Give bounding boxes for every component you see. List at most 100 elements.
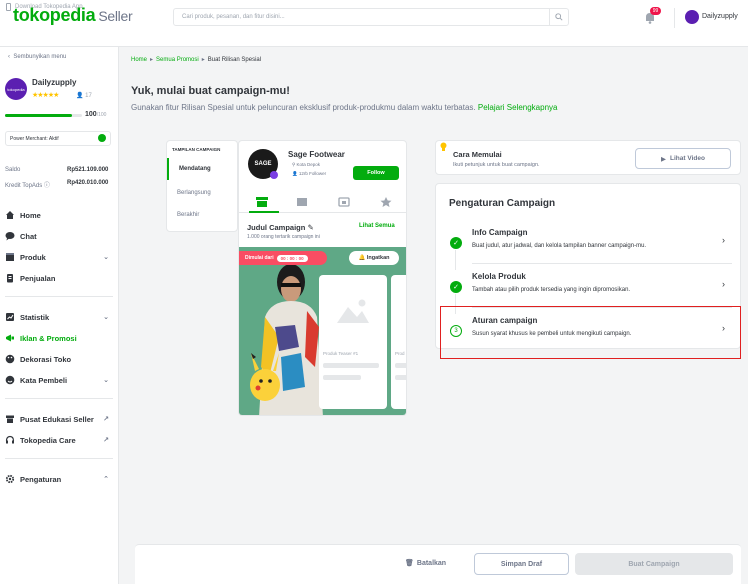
sidebar-item-label: Chat <box>20 231 37 241</box>
search-icon <box>555 13 563 21</box>
watch-video-label: Lihat Video <box>670 155 705 162</box>
sidebar-divider <box>5 398 113 399</box>
page-title: Yuk, mulai buat campaign-mu! <box>131 85 290 97</box>
sidebar-item-label: Penjualan <box>20 273 56 283</box>
avatar[interactable] <box>685 10 699 24</box>
chevron-down-icon: ⌄ <box>103 254 109 261</box>
highlight-box <box>440 306 741 359</box>
score-progress-fill <box>5 114 72 117</box>
sidebar-item-home[interactable]: Home <box>5 207 115 223</box>
sidebar-item-produk[interactable]: Produk ⌄ <box>5 249 115 265</box>
sidebar-item-label: Tokopedia Care <box>20 435 76 445</box>
preview-campaign-sub: 1.000 orang tertarik campaign ini <box>247 234 320 240</box>
skeleton-line <box>323 375 361 380</box>
breadcrumb-home[interactable]: Home <box>131 57 147 63</box>
box-icon <box>5 252 15 262</box>
shop-avatar[interactable]: tokopedia <box>5 78 27 100</box>
step-description: Tambah atau pilih produk tersedia yang i… <box>472 287 631 293</box>
sidebar-item-label: Statistik <box>20 312 50 322</box>
sidebar-item-pengaturan[interactable]: Pengaturan ⌃ <box>5 471 115 487</box>
preview-followers: 👤 12rb Follower <box>292 171 327 176</box>
power-merchant-badge-icon <box>98 134 106 142</box>
search-input[interactable]: Cari produk, pesanan, dan fitur disini..… <box>173 8 569 26</box>
sidebar-item-penjualan[interactable]: Penjualan <box>5 270 115 286</box>
starts-in-badge: Dimulai dari 00 : 00 : 00 <box>239 251 327 265</box>
sidebar-divider <box>5 296 113 297</box>
tabs-header: TAMPILAN CAMPAIGN <box>172 147 221 152</box>
skeleton-line <box>395 375 406 380</box>
tab-berlangsung[interactable]: Berlangsung <box>167 182 239 204</box>
preview-location: ⚲ Kota Depok <box>292 162 321 167</box>
tokopedia-seller-logo[interactable]: tokopedia Seller <box>13 5 133 26</box>
campaign-banner: Dimulai dari 00 : 00 : 00 🔔 Ingatkan Prod… <box>239 247 406 415</box>
see-all-link[interactable]: Lihat Semua <box>359 223 395 229</box>
sidebar-item-label: Iklan & Promosi <box>20 333 77 343</box>
follow-button[interactable]: Follow <box>353 166 399 180</box>
save-draft-button[interactable]: Simpan Draf <box>474 553 569 575</box>
sidebar-item-kata-pembeli[interactable]: Kata Pembeli ⌄ <box>5 372 115 388</box>
score-max: /100 <box>96 112 107 118</box>
kredit-topads-value[interactable]: Rp420.010.000 <box>67 180 108 186</box>
preview-shop-tabs <box>239 193 406 213</box>
sidebar-item-iklan-promosi[interactable]: Iklan & Promosi <box>5 330 115 346</box>
chevron-right-icon: › <box>722 279 725 289</box>
shop-score: 100/100 <box>85 111 106 118</box>
header-divider <box>674 8 675 28</box>
notification-badge: 99 <box>650 7 661 15</box>
kredit-topads-label: Kredit TopAds ⓘ <box>5 183 50 189</box>
chevron-down-icon: ⌄ <box>103 314 109 321</box>
verified-badge-icon <box>270 171 278 179</box>
learn-more-link[interactable]: Pelajari Selengkapnya <box>478 103 558 112</box>
tab-mendatang[interactable]: Mendatang <box>167 158 239 180</box>
step-info-campaign[interactable]: ✓ Info Campaign Buat judul, atur jadwal,… <box>443 220 735 264</box>
getting-started-subtitle: Ikuti petunjuk untuk buat campaign. <box>453 162 540 168</box>
kredit-label-text: Kredit TopAds <box>5 183 43 189</box>
countdown-timer: 00 : 00 : 00 <box>276 254 308 262</box>
sidebar-item-tokopedia-care[interactable]: Tokopedia Care ↗ <box>5 432 115 448</box>
skeleton-line <box>323 363 379 368</box>
external-link-icon: ↗ <box>103 437 109 444</box>
saldo-value[interactable]: Rp521.109.000 <box>67 167 108 173</box>
shop-rating-stars: ★★★★★ <box>32 92 59 99</box>
product-teaser-label: Prod <box>395 351 405 356</box>
sidebar-item-statistik[interactable]: Statistik ⌄ <box>5 309 115 325</box>
sidebar-divider <box>5 458 113 459</box>
chat-icon <box>5 231 15 241</box>
chevron-down-icon: ⌄ <box>103 377 109 384</box>
skeleton-line <box>395 363 406 368</box>
logo-text: tokopedia <box>13 5 96 25</box>
step-kelola-produk[interactable]: ✓ Kelola Produk Tambah atau pilih produk… <box>443 264 735 308</box>
step-description: Buat judul, atur jadwal, dan kelola tamp… <box>472 243 647 249</box>
sidebar-item-label: Home <box>20 210 41 220</box>
hide-menu-label: Sembunyikan menu <box>13 54 67 60</box>
product-teaser-label: Produk Teaser #1 <box>323 351 359 356</box>
store-icon <box>256 197 268 207</box>
store-icon <box>5 414 15 424</box>
preview-shop-name: Sage Footwear <box>288 150 345 159</box>
pencil-icon: ✎ <box>307 223 314 232</box>
watch-video-button[interactable]: ▶ Lihat Video <box>635 148 731 169</box>
bell-icon: 🔔 <box>358 255 366 261</box>
trash-icon: 🗑 <box>405 560 414 567</box>
cancel-button[interactable]: 🗑 Batalkan <box>405 559 446 568</box>
sidebar-item-chat[interactable]: Chat <box>5 228 115 244</box>
user-name[interactable]: Dailyzupply <box>702 13 738 20</box>
sidebar-item-label: Kata Pembeli <box>20 375 68 385</box>
breadcrumb-current: Buat Rilisan Spesial <box>207 57 262 63</box>
power-merchant-status[interactable]: Power Merchant: Aktif <box>5 131 111 146</box>
preview-campaign-title: Judul Campaign ✎ <box>247 223 314 232</box>
breadcrumb-semua-promosi[interactable]: Semua Promosi <box>156 57 199 63</box>
create-campaign-button[interactable]: Buat Campaign <box>575 553 733 575</box>
hide-menu-button[interactable]: ‹ Sembunyikan menu <box>8 54 66 60</box>
search-button[interactable] <box>549 9 568 25</box>
followers-text: 12rb Follower <box>298 171 327 176</box>
sidebar-item-dekorasi-toko[interactable]: Dekorasi Toko <box>5 351 115 367</box>
sidebar-item-label: Pusat Edukasi Seller <box>20 414 94 424</box>
sidebar-item-pusat-edukasi[interactable]: Pusat Edukasi Seller ↗ <box>5 411 115 427</box>
smile-icon <box>5 375 15 385</box>
shop-name[interactable]: Dailyzupply <box>32 78 76 87</box>
tab-berakhir[interactable]: Berakhir <box>167 204 239 226</box>
campaign-title-text: Judul Campaign <box>247 223 306 232</box>
remind-me-button[interactable]: 🔔 Ingatkan <box>349 251 399 265</box>
chevron-right-icon: › <box>722 235 725 245</box>
